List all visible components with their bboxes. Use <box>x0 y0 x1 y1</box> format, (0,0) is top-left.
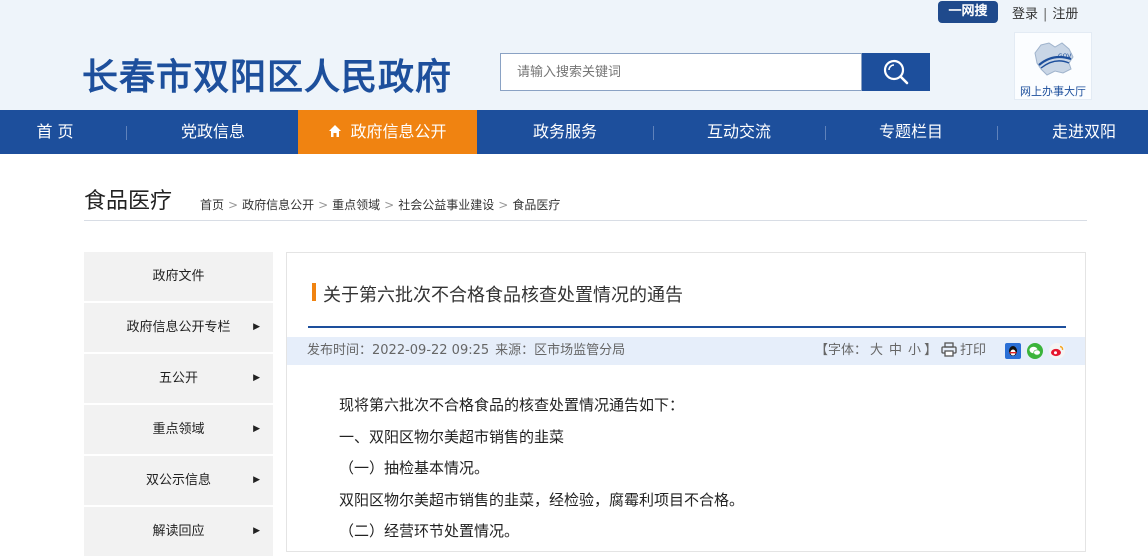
online-service-hall-link[interactable]: GOV 网上办事大厅 <box>1014 32 1092 100</box>
breadcrumb-separator-icon: > <box>228 198 239 212</box>
gov-map-logo-icon: GOV <box>1034 42 1074 76</box>
article-source: 来源：区市场监管分局 <box>495 343 626 358</box>
printer-icon <box>941 342 957 357</box>
qq-share-icon[interactable] <box>1005 343 1021 359</box>
svg-text:GOV: GOV <box>1058 53 1072 60</box>
article-paragraph: 现将第六批次不合格食品的核查处置情况通告如下： <box>339 396 685 414</box>
breadcrumb-item-key-areas[interactable]: 重点领域 <box>332 198 380 212</box>
font-size-suffix: 】 <box>924 343 938 358</box>
print-label: 打印 <box>960 343 987 358</box>
triangle-right-icon: ▶ <box>253 424 260 434</box>
home-icon <box>329 124 342 137</box>
print-button[interactable]: 打印 <box>941 337 986 365</box>
nav-item-gov-info-disclosure[interactable]: 政府信息公开 <box>298 110 477 154</box>
service-hall-label: 网上办事大厅 <box>1020 85 1086 98</box>
weibo-share-icon[interactable] <box>1049 343 1065 359</box>
title-accent-bar <box>312 283 316 301</box>
triangle-right-icon: ▶ <box>253 526 260 536</box>
sidebar-item-label: 双公示信息 <box>145 473 211 488</box>
nav-item-special-topics[interactable]: 专题栏目 <box>826 110 996 154</box>
font-size-large-button[interactable]: 大 <box>870 343 883 358</box>
nav-item-label: 政府信息公开 <box>350 122 447 141</box>
nav-item-gov-services[interactable]: 政务服务 <box>477 110 653 154</box>
breadcrumb-item-gov-info[interactable]: 政府信息公开 <box>242 198 314 212</box>
article-paragraph: 双阳区物尔美超市销售的韭菜，经检验，腐霉利项目不合格。 <box>339 490 745 509</box>
triangle-right-icon: ▶ <box>253 475 260 485</box>
article-meta: 发布时间：2022-09-22 09:25 来源：区市场监管分局 <box>307 337 625 365</box>
article-paragraph: 一、双阳区物尔美超市销售的韭菜 <box>339 427 565 446</box>
sidebar-item-label: 重点领域 <box>152 422 205 437</box>
sidebar-item-five-disclosures[interactable]: 五公开 ▶ <box>84 354 273 403</box>
nav-item-interaction[interactable]: 互动交流 <box>654 110 824 154</box>
sidebar-item-interpretation[interactable]: 解读回应 ▶ <box>84 507 273 556</box>
title-divider <box>84 220 1087 221</box>
nav-item-party-gov-info[interactable]: 党政信息 <box>128 110 298 154</box>
font-size-small-button[interactable]: 小 <box>908 343 921 358</box>
login-link[interactable]: 登录 <box>1012 7 1038 22</box>
breadcrumb-item-home[interactable]: 首页 <box>200 198 224 212</box>
breadcrumb: 首页 > 政府信息公开 > 重点领域 > 社会公益事业建设 > 食品医疗 <box>200 196 560 213</box>
article-meta-bar: 发布时间：2022-09-22 09:25 来源：区市场监管分局 【字体：大中小】… <box>287 337 1085 365</box>
article-title: 关于第六批次不合格食品核查处置情况的通告 <box>323 285 683 306</box>
page-title: 食品医疗 <box>84 189 173 214</box>
article-paragraph: （一）抽检基本情况。 <box>339 459 490 477</box>
breadcrumb-separator-icon: > <box>498 198 509 212</box>
site-title[interactable]: 长春市双阳区人民政府 <box>82 48 452 100</box>
article-body: 现将第六批次不合格食品的核查处置情况通告如下： 一、双阳区物尔美超市销售的韭菜 … <box>339 395 744 553</box>
nav-divider <box>126 126 127 140</box>
breadcrumb-item-public-welfare[interactable]: 社会公益事业建设 <box>398 198 494 212</box>
publish-time: 发布时间：2022-09-22 09:25 <box>307 343 490 358</box>
search-icon <box>883 59 909 85</box>
breadcrumb-separator-icon: > <box>318 198 329 212</box>
account-links: 登录 | 注册 <box>1012 3 1078 22</box>
sidebar: 政府文件 政府信息公开专栏 ▶ 五公开 ▶ 重点领域 ▶ 双公示信息 ▶ 解读回应 ▶ <box>84 252 273 558</box>
sidebar-item-label: 政府文件 <box>152 269 205 284</box>
font-size-control: 【字体：大中小】 <box>815 337 937 365</box>
wechat-share-icon[interactable] <box>1027 343 1043 359</box>
site-header: 一网搜 登录 | 注册 长春市双阳区人民政府 GOV 网上办事大厅 <box>0 0 1148 110</box>
breadcrumb-separator-icon: > <box>384 198 395 212</box>
sidebar-item-gov-documents[interactable]: 政府文件 <box>84 252 273 301</box>
search-input[interactable] <box>500 53 862 91</box>
article-paragraph: （二）经营环节处置情况。 <box>339 522 520 540</box>
article-title-underline <box>308 326 1066 328</box>
article-panel: 关于第六批次不合格食品核查处置情况的通告 发布时间：2022-09-22 09:… <box>286 252 1086 552</box>
triangle-right-icon: ▶ <box>253 322 260 332</box>
font-size-prefix: 【字体： <box>815 343 868 358</box>
nav-item-home[interactable]: 首 页 <box>0 110 110 154</box>
sidebar-item-gov-info-column[interactable]: 政府信息公开专栏 ▶ <box>84 303 273 352</box>
register-link[interactable]: 注册 <box>1052 7 1078 22</box>
nav-item-about-shuangyang[interactable]: 走进双阳 <box>1020 110 1148 154</box>
sidebar-item-label: 政府信息公开专栏 <box>126 320 231 335</box>
link-separator: | <box>1043 7 1048 22</box>
triangle-right-icon: ▶ <box>253 373 260 383</box>
nav-divider <box>997 126 998 140</box>
font-size-medium-button[interactable]: 中 <box>889 343 902 358</box>
breadcrumb-item-food-medical[interactable]: 食品医疗 <box>512 198 560 212</box>
main-nav: 首 页 党政信息 政府信息公开 政务服务 互动交流 专题栏目 走进双阳 <box>0 110 1148 154</box>
sidebar-item-double-publicity[interactable]: 双公示信息 ▶ <box>84 456 273 505</box>
sidebar-item-label: 解读回应 <box>152 524 205 539</box>
sidebar-item-key-areas[interactable]: 重点领域 ▶ <box>84 405 273 454</box>
search-button[interactable] <box>862 53 930 91</box>
yiwangsou-button[interactable]: 一网搜 <box>938 1 998 23</box>
sidebar-item-label: 五公开 <box>158 371 198 386</box>
